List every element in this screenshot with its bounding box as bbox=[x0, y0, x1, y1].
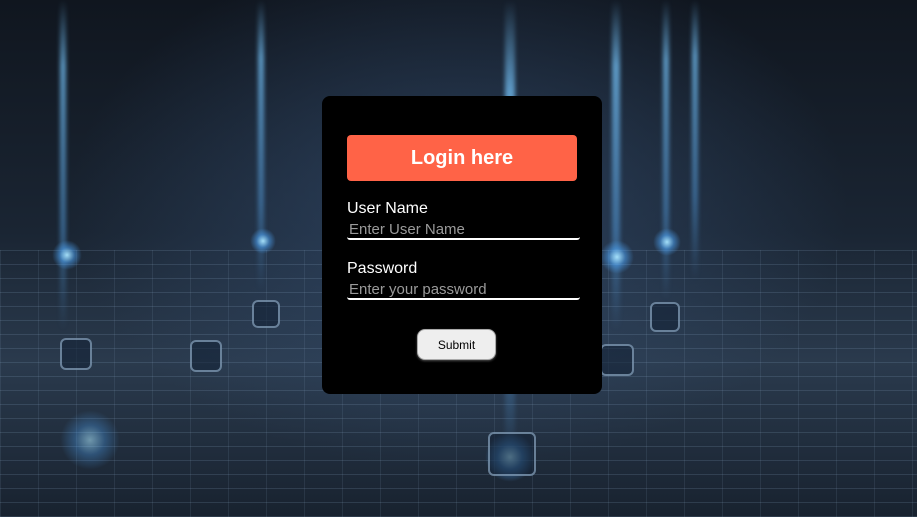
background-chip bbox=[190, 340, 222, 372]
background-glow bbox=[60, 410, 120, 470]
username-label: User Name bbox=[347, 200, 428, 217]
background-chip bbox=[60, 338, 92, 370]
password-input[interactable] bbox=[347, 280, 580, 300]
background-chip bbox=[252, 300, 280, 328]
background-chip bbox=[650, 302, 680, 332]
background-light-beam bbox=[60, 0, 66, 330]
submit-button[interactable]: Submit bbox=[417, 329, 496, 360]
background-chip bbox=[488, 432, 536, 476]
background-glow bbox=[653, 228, 681, 256]
background-light-beam bbox=[612, 0, 620, 330]
background-glow bbox=[52, 240, 82, 270]
background-light-beam bbox=[692, 0, 698, 280]
background-glow bbox=[600, 240, 634, 274]
background-glow bbox=[250, 228, 276, 254]
password-label: Password bbox=[347, 260, 418, 277]
login-card: Login here User Name Password Submit bbox=[322, 96, 602, 394]
background-chip bbox=[600, 344, 634, 376]
login-title: Login here bbox=[347, 135, 577, 181]
username-input[interactable] bbox=[347, 220, 580, 240]
